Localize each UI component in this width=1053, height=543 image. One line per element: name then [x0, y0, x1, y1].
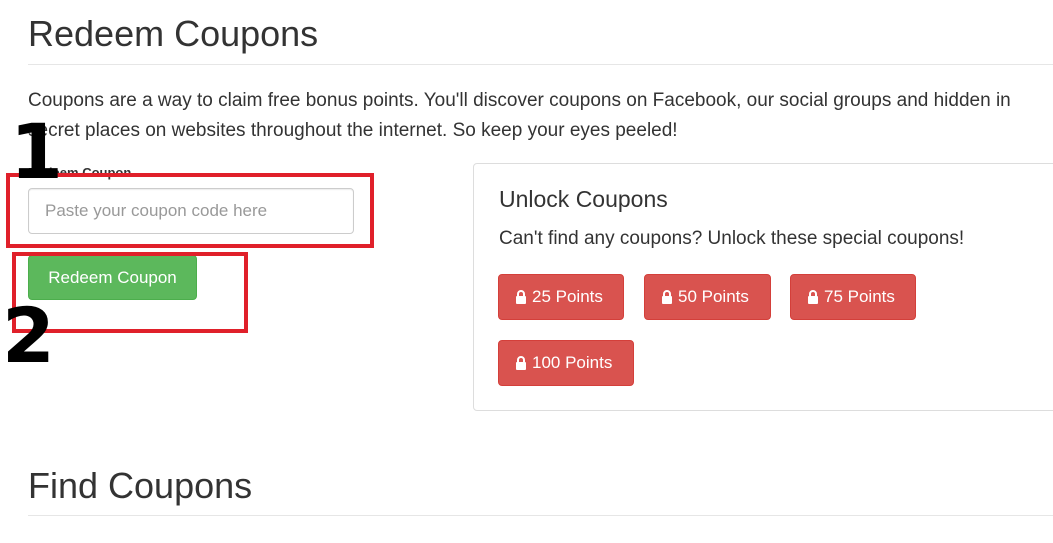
unlock-coupons-title: Unlock Coupons [499, 186, 668, 212]
unlock-75-points-button[interactable]: 75 Points [790, 274, 916, 320]
unlock-coupons-panel: Unlock Coupons Can't find any coupons? U… [473, 163, 1053, 411]
unlock-100-points-button[interactable]: 100 Points [498, 340, 634, 386]
unlock-50-points-button[interactable]: 50 Points [644, 274, 771, 320]
unlock-25-points-button[interactable]: 25 Points [498, 274, 624, 320]
lock-icon [661, 290, 673, 304]
lock-icon [515, 290, 527, 304]
find-coupons-title: Find Coupons [28, 465, 253, 506]
unlock-coupons-text: Can't find any coupons? Unlock these spe… [499, 228, 965, 249]
annotation-number-2: 2 [2, 291, 55, 380]
page-title: Redeem Coupons [28, 13, 319, 54]
annotation-number-1: 1 [10, 107, 63, 196]
intro-text: Coupons are a way to claim free bonus po… [28, 90, 1011, 141]
points-button-label: 25 Points [532, 287, 603, 306]
lock-icon [807, 290, 819, 304]
points-button-label: 50 Points [678, 287, 749, 306]
find-coupons-divider [28, 515, 1053, 516]
title-divider [28, 64, 1053, 65]
coupon-code-input[interactable] [28, 188, 354, 234]
points-button-label: 75 Points [824, 287, 895, 306]
points-button-label: 100 Points [532, 353, 613, 372]
lock-icon [515, 356, 527, 370]
